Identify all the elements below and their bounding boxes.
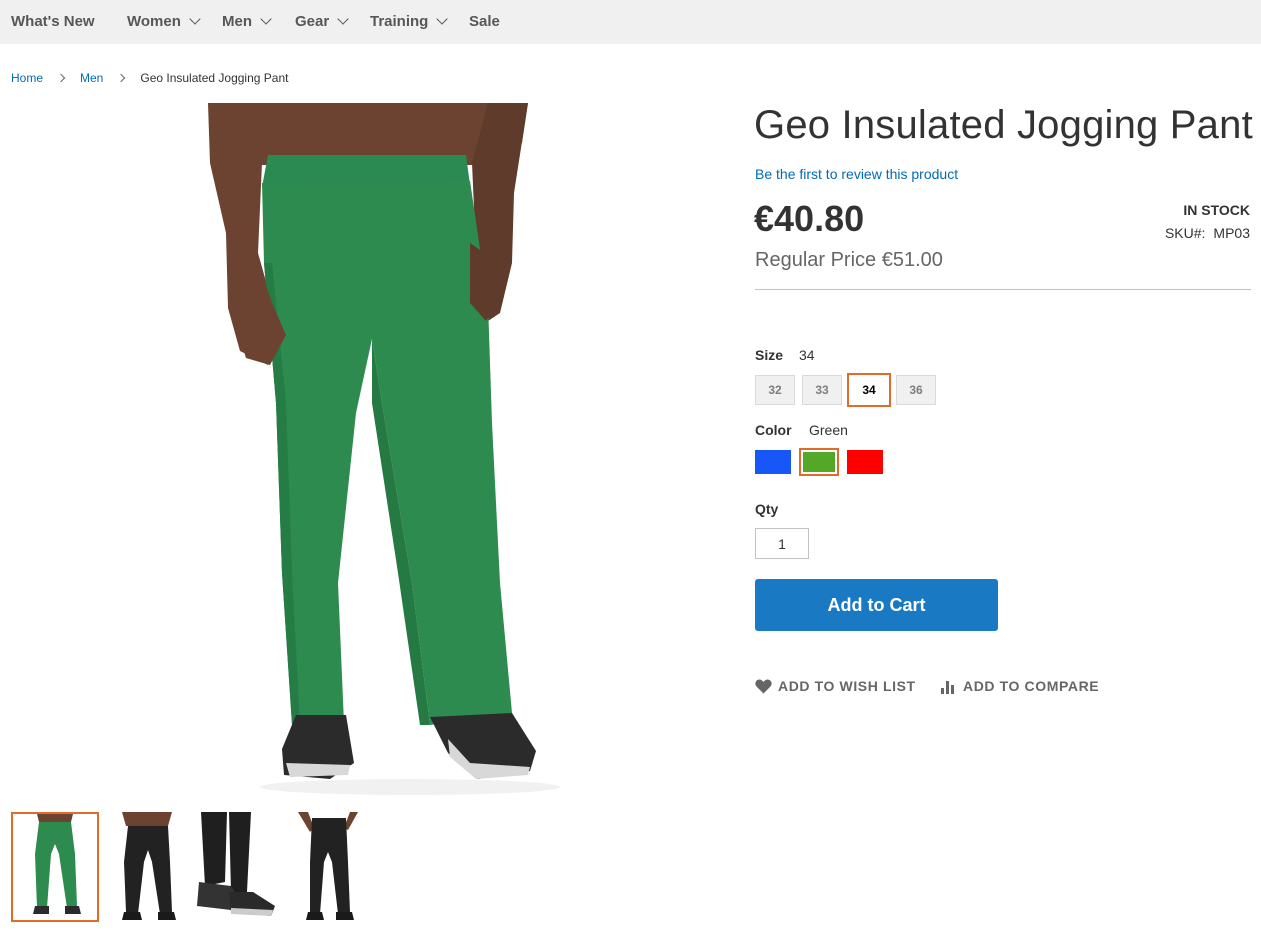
nav-item-whats-new[interactable]: What's New (11, 13, 95, 30)
nav-item-men[interactable]: Men (222, 13, 272, 30)
chevron-down-icon (260, 13, 272, 25)
thumbnail-photo (104, 812, 192, 922)
regular-price: Regular Price €51.00 (755, 249, 943, 271)
compare-label: ADD TO COMPARE (963, 678, 1100, 694)
chevron-right-icon (56, 73, 66, 83)
add-to-compare-link[interactable]: ADD TO COMPARE (940, 678, 1099, 694)
bar-chart-icon (941, 680, 954, 694)
size-label: Size (755, 347, 784, 363)
size-swatch-36[interactable]: 36 (896, 375, 936, 405)
sku-value: MP03 (1213, 225, 1250, 241)
swatch-fill (847, 450, 883, 474)
chevron-down-icon (189, 13, 201, 25)
product-thumbnail-front-black[interactable] (104, 812, 192, 922)
product-thumbnail-side-black[interactable] (284, 812, 372, 922)
size-swatch-34[interactable]: 34 (847, 373, 891, 407)
nav-item-label: Gear (295, 13, 330, 30)
breadcrumb: Home Men Geo Insulated Jogging Pant (11, 71, 288, 85)
thumbnail-photo (13, 814, 97, 920)
size-swatch-33[interactable]: 33 (802, 375, 842, 405)
product-thumbnail-green[interactable] (11, 812, 99, 922)
product-main-image[interactable] (0, 103, 740, 800)
nav-item-label: Sale (469, 13, 500, 30)
sku: SKU#: MP03 (1165, 225, 1250, 241)
breadcrumb-home[interactable]: Home (11, 71, 43, 85)
heart-icon (755, 679, 772, 693)
nav-item-gear[interactable]: Gear (295, 13, 349, 30)
divider (755, 289, 1251, 290)
color-swatch-red[interactable] (847, 450, 883, 474)
product-photo (208, 103, 560, 795)
nav-item-sale[interactable]: Sale (469, 13, 500, 30)
nav-item-label: Women (127, 13, 181, 30)
color-swatch-green[interactable] (799, 448, 839, 476)
size-selected-value: 34 (799, 347, 815, 363)
chevron-right-icon (117, 73, 126, 83)
breadcrumb-men[interactable]: Men (80, 71, 103, 85)
nav-item-women[interactable]: Women (127, 13, 201, 30)
top-navigation: What's New Women Men Gear Training Sale (0, 0, 1261, 44)
color-selected-value: Green (809, 422, 848, 438)
swatch-fill (755, 450, 791, 474)
nav-item-label: Men (222, 13, 252, 30)
qty-input[interactable] (755, 528, 809, 559)
final-price: €40.80 (754, 198, 865, 239)
nav-item-training[interactable]: Training (370, 13, 449, 30)
thumbnail-photo (191, 812, 279, 922)
add-to-wishlist-link[interactable]: ADD TO WISH LIST (755, 678, 916, 694)
qty-label: Qty (755, 501, 779, 517)
color-label: Color (755, 422, 792, 438)
chevron-down-icon (337, 13, 349, 25)
color-swatch-blue[interactable] (755, 450, 791, 474)
breadcrumb-current: Geo Insulated Jogging Pant (140, 71, 289, 85)
review-link[interactable]: Be the first to review this product (755, 166, 958, 182)
size-swatch-32[interactable]: 32 (755, 375, 795, 405)
stock-status: IN STOCK (1183, 202, 1250, 218)
chevron-down-icon (436, 13, 449, 25)
sku-label: SKU#: (1164, 225, 1206, 241)
wishlist-label: ADD TO WISH LIST (778, 678, 916, 694)
product-title: Geo Insulated Jogging Pant (754, 103, 1253, 147)
nav-item-label: What's New (11, 13, 95, 30)
thumbnail-photo (284, 812, 372, 922)
nav-item-label: Training (370, 13, 429, 30)
swatch-fill (803, 452, 835, 472)
add-to-cart-button[interactable]: Add to Cart (755, 579, 998, 631)
product-thumbnail-shoe-detail[interactable] (191, 812, 279, 922)
